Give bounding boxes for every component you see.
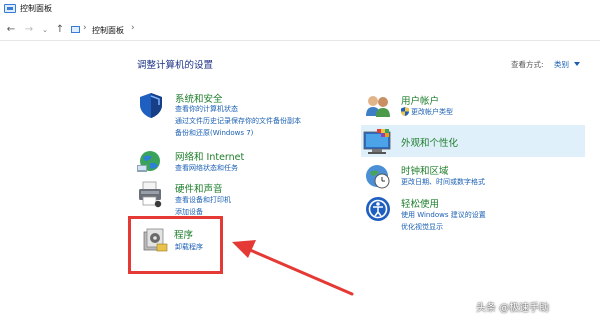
watermark: 头条 @极速手助: [476, 303, 550, 314]
annotation-arrow: [232, 240, 354, 296]
